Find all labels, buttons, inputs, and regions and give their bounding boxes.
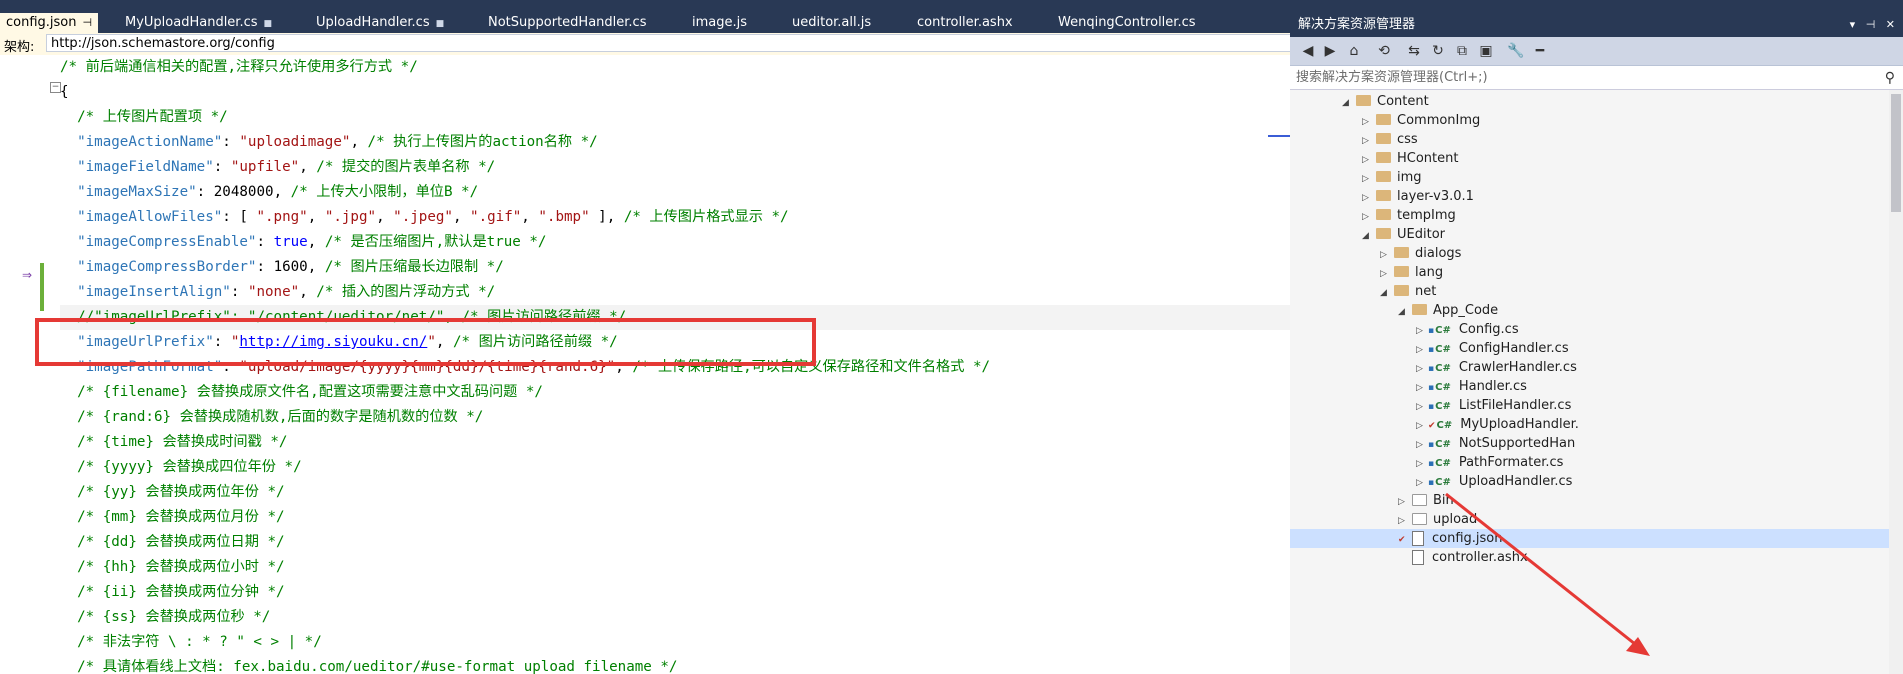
- arrow-line: [1445, 492, 1641, 650]
- annotation-arrow: [1445, 492, 1650, 656]
